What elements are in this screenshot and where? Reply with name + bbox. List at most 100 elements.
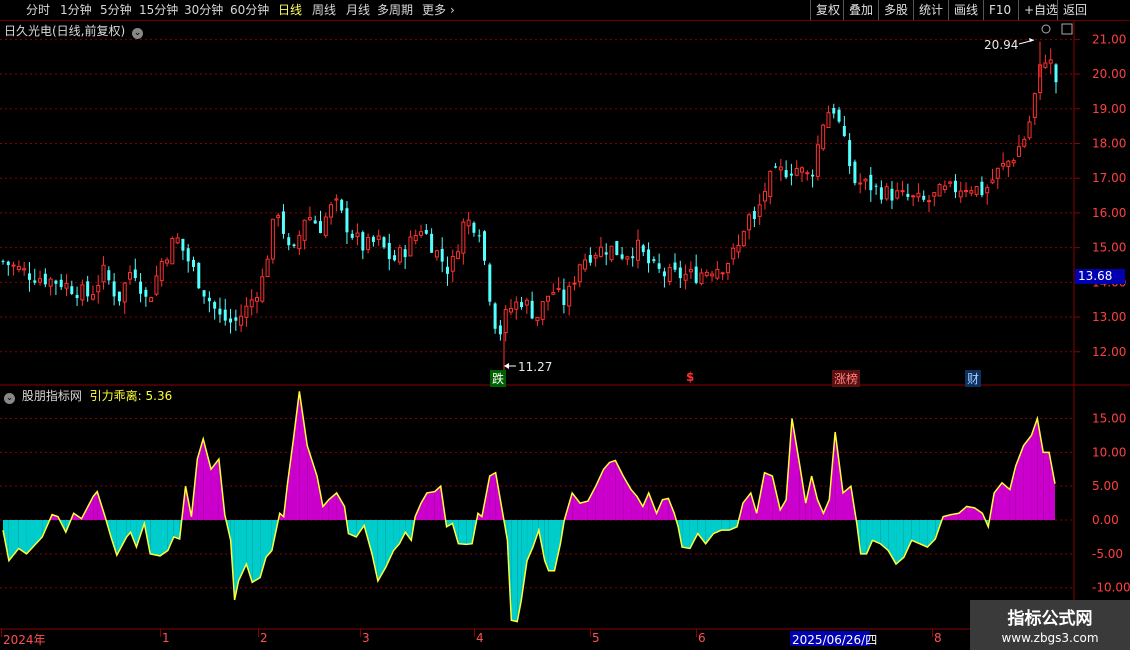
candle-body bbox=[647, 249, 651, 264]
candle-body bbox=[863, 178, 868, 182]
toolbar-button-1[interactable]: 叠加 bbox=[843, 0, 878, 20]
event-tag-top-gainers[interactable]: 涨榜 bbox=[832, 370, 861, 387]
period-tab-1[interactable]: 1分钟 bbox=[60, 2, 92, 18]
indicator-area-segment bbox=[780, 499, 787, 521]
indicator-area-segment bbox=[966, 506, 975, 521]
more-arrow-icon[interactable]: › bbox=[450, 2, 455, 18]
candle-body bbox=[265, 258, 270, 278]
candle-body bbox=[906, 193, 910, 197]
candle-body bbox=[811, 174, 815, 177]
candle-body bbox=[403, 249, 407, 258]
indicator-series bbox=[2, 391, 1056, 623]
toolbar-button-7[interactable]: 返回 bbox=[1057, 0, 1092, 20]
indicator-area-segment bbox=[603, 462, 610, 521]
candle-body bbox=[371, 236, 375, 242]
candle-body bbox=[1011, 160, 1016, 164]
candle-body bbox=[307, 217, 312, 221]
candle-body bbox=[27, 273, 31, 280]
indicator-area-segment bbox=[631, 489, 637, 521]
indicator-area-segment bbox=[336, 492, 345, 521]
indicator-series-value: 5.36 bbox=[145, 389, 173, 403]
date-tick bbox=[932, 629, 933, 637]
candle-body bbox=[741, 230, 746, 247]
candle-body bbox=[657, 263, 661, 269]
candle-body bbox=[874, 185, 878, 187]
date-axis-label: 8 bbox=[934, 631, 942, 645]
chevron-down-icon[interactable]: ⌄ bbox=[132, 28, 144, 39]
watermark-url: www.zbgs3.com bbox=[1001, 631, 1099, 645]
price-axis-label: 15.00 bbox=[1092, 241, 1126, 255]
candle-body bbox=[725, 263, 730, 274]
candle-body bbox=[229, 318, 233, 323]
candle-body bbox=[33, 280, 37, 283]
candle-body bbox=[588, 254, 592, 263]
period-tab-2[interactable]: 5分钟 bbox=[100, 2, 132, 18]
price-axis-label: 20.00 bbox=[1092, 67, 1126, 81]
candle-body bbox=[292, 244, 296, 247]
indicator-area-segment bbox=[399, 520, 406, 544]
indicator-area-segment bbox=[697, 520, 706, 544]
indicator-area-segment bbox=[521, 520, 528, 602]
candle-body bbox=[419, 231, 424, 236]
period-tab-6[interactable]: 日线 bbox=[278, 2, 302, 18]
candle-body bbox=[694, 266, 698, 283]
period-tab-7[interactable]: 周线 bbox=[312, 2, 336, 18]
candle-body bbox=[774, 166, 778, 168]
period-tab-5[interactable]: 60分钟 bbox=[230, 2, 269, 18]
candle-body bbox=[942, 185, 947, 191]
candle-body bbox=[757, 204, 762, 217]
date-axis-label: 3 bbox=[362, 631, 370, 645]
candle-body bbox=[107, 270, 111, 281]
candle-body bbox=[318, 221, 322, 234]
candle-body bbox=[408, 236, 413, 257]
candle-body bbox=[287, 237, 291, 246]
candle-body bbox=[48, 278, 53, 287]
candle-body bbox=[101, 264, 106, 283]
event-tag-fall[interactable]: 跌 bbox=[490, 370, 507, 387]
period-tab-4[interactable]: 30分钟 bbox=[184, 2, 223, 18]
candle-body bbox=[38, 278, 43, 283]
candle-body bbox=[361, 232, 365, 251]
candle-body bbox=[186, 248, 190, 262]
event-tag-dollar[interactable]: $ bbox=[686, 370, 694, 384]
date-tick bbox=[1, 629, 2, 637]
period-tab-3[interactable]: 15分钟 bbox=[139, 2, 178, 18]
period-toolbar: 分时 1分钟 5分钟 15分钟 30分钟 60分钟 日线 周线 月线 多周期 更多 › 复权 叠加 多股 统计… bbox=[0, 0, 1130, 21]
indicator-area-segment bbox=[458, 520, 467, 545]
toolbar-button-4[interactable]: 画线 bbox=[948, 0, 983, 20]
period-tab-9[interactable]: 多周期 bbox=[377, 2, 413, 18]
candle-body bbox=[530, 300, 534, 319]
event-tag-finance[interactable]: 财 bbox=[965, 370, 982, 387]
candle-body bbox=[16, 265, 21, 270]
indicator-axis-label: -5.00 bbox=[1092, 547, 1123, 561]
period-tab-10[interactable]: 更多 bbox=[422, 2, 446, 18]
candle-body bbox=[958, 190, 963, 198]
candle-body bbox=[1016, 146, 1021, 157]
toolbar-button-0[interactable]: 复权 bbox=[810, 0, 845, 20]
chart-area[interactable]: 21.0020.0019.0018.0017.0016.0015.0014.00… bbox=[0, 20, 1130, 650]
diamond-icon[interactable] bbox=[1041, 24, 1051, 34]
period-tab-0[interactable]: 分时 bbox=[26, 2, 50, 18]
candle-body bbox=[254, 297, 259, 302]
chevron-down-icon[interactable]: ⌄ bbox=[4, 393, 15, 404]
indicator-area-segment bbox=[642, 492, 649, 521]
period-tab-8[interactable]: 月线 bbox=[346, 2, 370, 18]
indicator-area-segment bbox=[489, 472, 496, 521]
candle-body bbox=[1043, 62, 1048, 68]
candle-body bbox=[969, 190, 974, 194]
candle-body bbox=[122, 282, 127, 303]
candle-body bbox=[556, 287, 561, 290]
candle-body bbox=[387, 242, 391, 260]
toolbar-button-3[interactable]: 统计 bbox=[913, 0, 948, 20]
indicator-grid bbox=[0, 417, 1074, 589]
candle-body bbox=[313, 220, 317, 224]
toolbar-button-5[interactable]: F10 bbox=[983, 0, 1016, 20]
candle-body bbox=[768, 170, 773, 198]
toolbar-button-2[interactable]: 多股 bbox=[878, 0, 913, 20]
indicator-title: ⌄ 股朋指标网 引力乖离: 5.36 bbox=[4, 387, 172, 404]
indicator-axis-label: -10.00 bbox=[1092, 581, 1130, 595]
window-toggle-icon[interactable] bbox=[1061, 23, 1073, 35]
candle-body bbox=[953, 180, 957, 193]
candle-body bbox=[752, 210, 756, 220]
date-tick bbox=[590, 629, 591, 637]
